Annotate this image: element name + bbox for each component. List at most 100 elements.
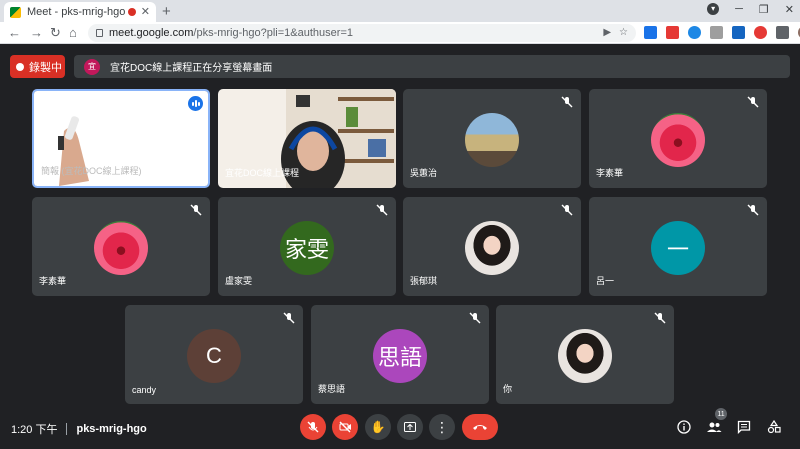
camera-toggle-button[interactable]	[332, 414, 358, 440]
hang-up-icon	[473, 425, 487, 430]
home-icon[interactable]: ⌂	[69, 25, 77, 40]
tile-name: candy	[132, 385, 157, 395]
bookmark-star-icon[interactable]: ☆	[619, 27, 628, 38]
mic-toggle-button[interactable]	[300, 414, 326, 440]
mic-off-icon	[469, 311, 481, 324]
info-icon	[677, 420, 691, 434]
hand-icon: ✋	[370, 420, 386, 434]
presenting-text: 宜花DOC線上課程正在分享螢幕畫面	[110, 63, 273, 74]
extension-2-icon[interactable]	[666, 26, 679, 39]
mic-off-icon	[283, 311, 295, 324]
presentation-tile[interactable]: 簡報 (宜花DOC線上課程)	[32, 89, 210, 188]
present-screen-icon	[404, 422, 416, 432]
video-tile-host[interactable]: 宜花DOC線上課程	[218, 89, 396, 188]
chat-icon	[737, 420, 751, 434]
participant-count-badge: 11	[715, 408, 727, 420]
speaking-indicator-icon	[188, 96, 203, 111]
mic-off-icon	[307, 421, 319, 433]
meeting-controls-bar: 1:20 下午 pks-mrig-hgo ✋ ⋮ 11	[0, 407, 800, 449]
participant-avatar	[465, 113, 519, 167]
close-window-icon[interactable]: ✕	[785, 3, 794, 16]
tile-name: 呂一	[596, 276, 615, 286]
meet-stage: 錄製中 宜 宜花DOC線上課程正在分享螢幕畫面 簡報 (宜花DOC線上課程) 宜…	[0, 45, 800, 449]
participant-avatar	[651, 113, 705, 167]
back-icon[interactable]: ←	[8, 25, 21, 40]
participant-tile[interactable]: 吳蕙治	[403, 89, 581, 188]
participant-avatar	[558, 329, 612, 383]
more-vert-icon: ⋮	[435, 419, 449, 435]
recording-label: 錄製中	[29, 61, 62, 74]
participant-tile[interactable]: 李素華	[589, 89, 767, 188]
url-path: /pks-mrig-hgo?pli=1&authuser=1	[193, 27, 353, 39]
minimize-icon[interactable]: ─	[735, 3, 743, 16]
reload-icon[interactable]: ↻	[50, 25, 61, 41]
participant-avatar	[94, 221, 148, 275]
participant-avatar: 思語	[373, 329, 427, 383]
participants-button[interactable]	[705, 418, 723, 436]
tile-name: 李素華	[596, 168, 624, 178]
mic-off-icon	[561, 95, 573, 108]
present-button[interactable]	[397, 414, 423, 440]
tile-name: 簡報 (宜花DOC線上課程)	[41, 166, 142, 176]
mic-off-icon	[376, 203, 388, 216]
tile-name: 蔡思語	[318, 384, 346, 394]
meeting-time: 1:20 下午	[11, 424, 58, 436]
mic-off-icon	[747, 95, 759, 108]
extensions-bar: ⋮	[644, 26, 800, 39]
tab-search-icon[interactable]: ▾	[707, 3, 720, 15]
participant-avatar: C	[187, 329, 241, 383]
participant-tile[interactable]: 張郁琪	[403, 197, 581, 296]
tile-name: 你	[503, 384, 513, 394]
participant-avatar: 家雯	[280, 221, 334, 275]
address-bar[interactable]: meet.google.com /pks-mrig-hgo?pli=1&auth…	[88, 24, 636, 42]
recording-dot-icon	[16, 62, 24, 71]
participant-tile[interactable]: 李素華	[32, 197, 210, 296]
more-options-button[interactable]: ⋮	[429, 414, 455, 440]
camera-off-icon	[339, 421, 351, 433]
extension-1-icon[interactable]	[644, 26, 657, 39]
tab-title: Meet - pks-mrig-hgo	[27, 6, 126, 18]
camera-in-use-icon[interactable]: ▶	[603, 27, 611, 38]
mic-off-icon	[654, 311, 666, 324]
tile-name: 盧家雯	[225, 276, 253, 286]
chat-button[interactable]	[735, 418, 753, 436]
extension-4-icon[interactable]	[710, 26, 723, 39]
extensions-puzzle-icon[interactable]	[776, 26, 789, 39]
mic-off-icon	[747, 203, 759, 216]
participant-avatar	[465, 221, 519, 275]
participant-tile-self[interactable]: 你	[496, 305, 674, 404]
participant-tile[interactable]: 一 呂一	[589, 197, 767, 296]
mic-off-icon	[190, 203, 202, 216]
presenting-banner: 宜 宜花DOC線上課程正在分享螢幕畫面	[74, 55, 790, 78]
mic-off-icon	[561, 203, 573, 216]
presenter-avatar: 宜	[84, 58, 100, 75]
participant-tile[interactable]: 家雯 盧家雯	[218, 197, 396, 296]
tile-name: 宜花DOC線上課程	[225, 168, 299, 178]
extension-5-icon[interactable]	[732, 26, 745, 39]
recording-tab-icon	[128, 8, 136, 16]
shapes-icon	[767, 420, 781, 434]
participant-tile[interactable]: C candy	[125, 305, 303, 404]
participant-avatar: 一	[651, 221, 705, 275]
extension-6-icon[interactable]	[754, 26, 767, 39]
browser-tab[interactable]: Meet - pks-mrig-hgo ✕	[4, 2, 156, 22]
meeting-code: pks-mrig-hgo	[76, 423, 147, 435]
activities-button[interactable]	[765, 418, 783, 436]
lock-icon[interactable]	[96, 29, 103, 37]
people-icon	[707, 422, 722, 432]
meeting-details-button[interactable]	[675, 418, 693, 436]
meet-favicon-icon	[10, 6, 21, 18]
tile-name: 李素華	[39, 276, 67, 286]
window-controls: ▾ ─ ❐ ✕	[707, 3, 794, 16]
new-tab-button[interactable]: +	[162, 3, 171, 20]
raise-hand-button[interactable]: ✋	[365, 414, 391, 440]
restore-icon[interactable]: ❐	[759, 3, 769, 16]
extension-3-icon[interactable]	[688, 26, 701, 39]
recording-indicator[interactable]: 錄製中	[10, 55, 65, 78]
close-tab-icon[interactable]: ✕	[141, 5, 150, 18]
forward-icon[interactable]: →	[30, 25, 43, 40]
browser-tab-strip: Meet - pks-mrig-hgo ✕ + ▾ ─ ❐ ✕	[0, 0, 800, 22]
tile-name: 張郁琪	[410, 276, 438, 286]
leave-call-button[interactable]	[462, 414, 498, 440]
participant-tile[interactable]: 思語 蔡思語	[311, 305, 489, 404]
